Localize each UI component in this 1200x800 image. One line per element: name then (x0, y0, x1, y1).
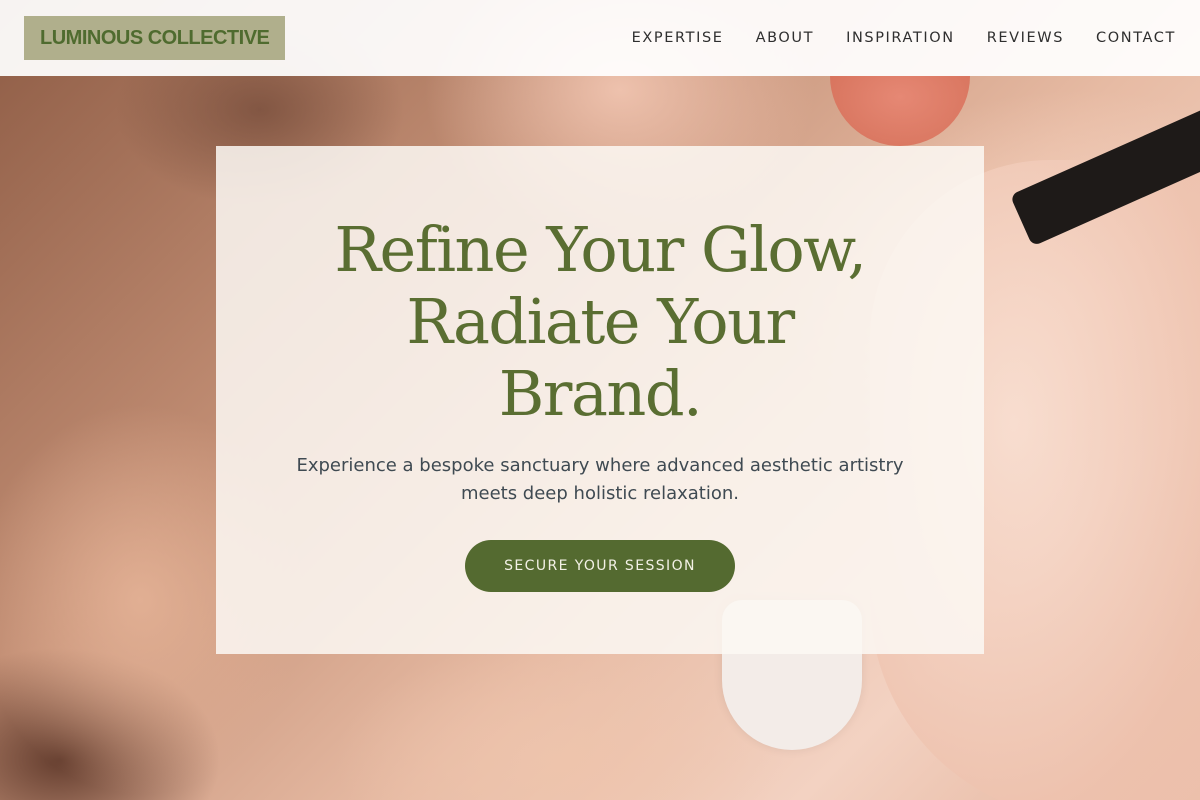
brand-logo[interactable]: LUMINOUS COLLECTIVE (24, 16, 286, 60)
secure-session-button[interactable]: SECURE YOUR SESSION (465, 540, 735, 592)
hero-title-line-3: Brand. (498, 357, 703, 430)
main-nav: EXPERTISE ABOUT INSPIRATION REVIEWS CONT… (632, 30, 1176, 46)
hero-card: Refine Your Glow, Radiate Your Brand. Ex… (216, 146, 984, 654)
nav-item-expertise[interactable]: EXPERTISE (632, 30, 724, 46)
nav-item-about[interactable]: ABOUT (756, 30, 815, 46)
site-header: LUMINOUS COLLECTIVE EXPERTISE ABOUT INSP… (0, 0, 1200, 76)
nav-item-inspiration[interactable]: INSPIRATION (846, 30, 955, 46)
hero-title-line-1: Refine Your Glow, (334, 213, 867, 286)
hero-title: Refine Your Glow, Radiate Your Brand. (280, 214, 920, 430)
hero-subtitle: Experience a bespoke sanctuary where adv… (296, 455, 904, 504)
nav-item-contact[interactable]: CONTACT (1096, 30, 1176, 46)
hero-title-line-2: Radiate Your (406, 285, 795, 358)
nav-item-reviews[interactable]: REVIEWS (987, 30, 1064, 46)
